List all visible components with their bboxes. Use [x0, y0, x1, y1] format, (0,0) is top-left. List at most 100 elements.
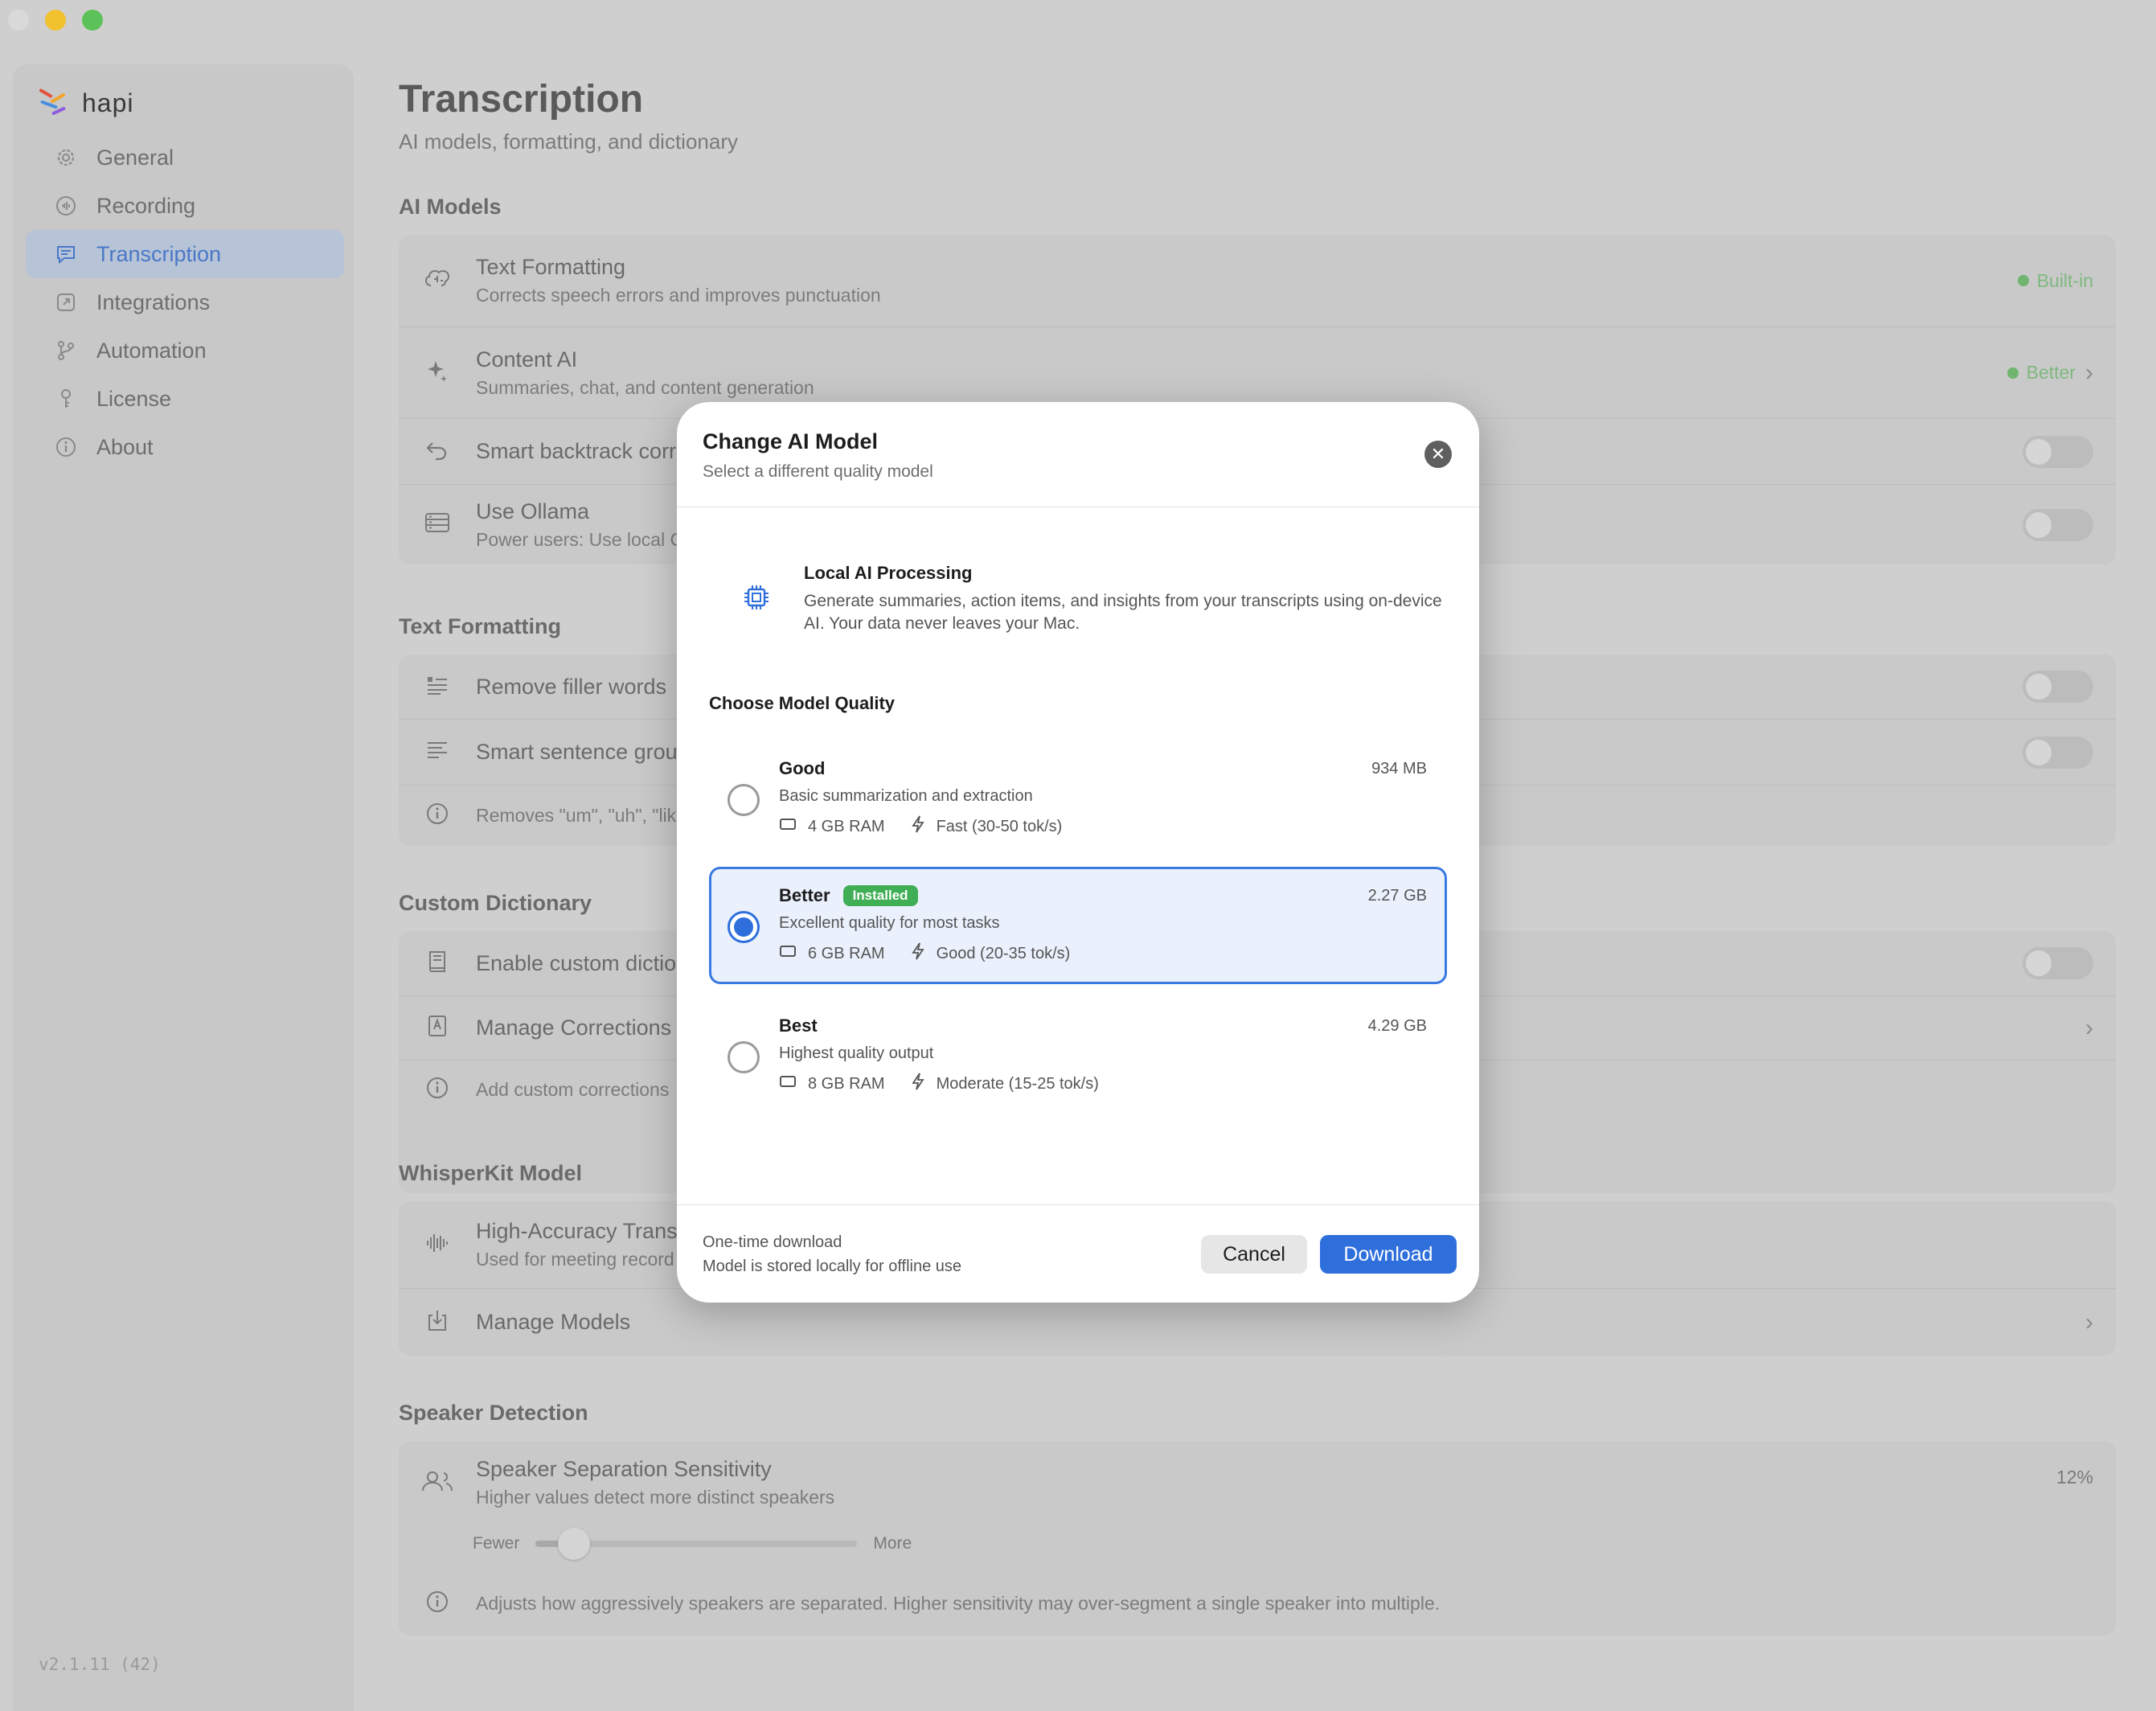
- divider: [677, 1204, 1479, 1205]
- memory-icon: [779, 1074, 797, 1093]
- row-title: Content AI: [476, 347, 578, 371]
- sidebar-item-about[interactable]: About: [26, 423, 344, 471]
- option-speed: Moderate (15-25 tok/s): [936, 1074, 1099, 1093]
- footer-line-2: Model is stored locally for offline use: [703, 1258, 962, 1275]
- bolt-icon: [911, 942, 925, 965]
- change-model-dialog: Change AI Model Select a different quali…: [677, 402, 1479, 1303]
- row-subtitle: Corrects speech errors and improves punc…: [476, 285, 881, 306]
- brain-icon: [423, 265, 452, 297]
- align-left-icon: [424, 737, 450, 767]
- memory-icon: [779, 817, 797, 836]
- sidebar-item-label: General: [96, 145, 174, 170]
- download-box-icon: [424, 1307, 450, 1337]
- window-zoom-button[interactable]: [82, 10, 103, 31]
- sensitivity-slider-group: Fewer More: [473, 1528, 912, 1560]
- page-subtitle: AI models, formatting, and dictionary: [399, 129, 738, 154]
- sidebar-item-integrations[interactable]: Integrations: [26, 278, 344, 326]
- radio-good[interactable]: [728, 784, 760, 816]
- window-close-button[interactable]: [8, 10, 29, 31]
- option-size: 4.29 GB: [1367, 1017, 1427, 1035]
- sensitivity-slider[interactable]: [535, 1528, 858, 1560]
- row-title: Manage Models: [476, 1310, 631, 1334]
- key-icon: [55, 388, 77, 410]
- model-option-better[interactable]: Better Installed Excellent quality for m…: [709, 867, 1447, 984]
- sidebar-item-label: Integrations: [96, 289, 211, 314]
- settings-main: Transcription AI models, formatting, and…: [399, 77, 2116, 1635]
- cancel-button[interactable]: Cancel: [1201, 1235, 1307, 1274]
- enable-dictionary-toggle[interactable]: [2023, 947, 2093, 979]
- sidebar-item-label: Automation: [96, 338, 207, 363]
- model-option-good[interactable]: Good Basic summarization and extraction …: [709, 740, 1447, 857]
- bolt-icon: [911, 1073, 925, 1095]
- option-description: Excellent quality for most tasks: [779, 914, 1000, 932]
- sidebar-item-general[interactable]: General: [26, 133, 344, 182]
- installed-badge: Installed: [842, 885, 918, 906]
- window-minimize-button[interactable]: [45, 10, 66, 31]
- text-formatting-row[interactable]: Text Formatting Corrects speech errors a…: [399, 235, 2116, 326]
- smart-backtrack-toggle[interactable]: [2023, 435, 2093, 468]
- local-ai-info: Local AI Processing Generate summaries, …: [741, 563, 1449, 636]
- window-controls: [8, 10, 103, 31]
- row-title: Speaker Separation Sensitivity: [476, 1457, 772, 1481]
- undo-icon: [424, 437, 450, 466]
- app-version: v2.1.11 (42): [39, 1655, 161, 1674]
- people-icon: [420, 1468, 455, 1498]
- bolt-icon: [911, 815, 925, 838]
- chevron-right-icon: ›: [2085, 359, 2093, 386]
- smart-sentence-toggle[interactable]: [2023, 736, 2093, 769]
- speaker-note-row: Adjusts how aggressively speakers are se…: [399, 1571, 2116, 1635]
- text-list-icon: [424, 672, 450, 702]
- info-title: Local AI Processing: [804, 563, 973, 583]
- option-size: 934 MB: [1371, 760, 1427, 778]
- info-icon: [425, 1590, 449, 1618]
- remove-filler-toggle[interactable]: [2023, 671, 2093, 703]
- option-title: Best: [779, 1016, 818, 1036]
- sidebar-item-license[interactable]: License: [26, 375, 344, 423]
- row-title: Text Formatting: [476, 255, 626, 279]
- option-title: Better: [779, 885, 830, 905]
- radio-better[interactable]: [728, 911, 760, 943]
- download-button[interactable]: Download: [1320, 1235, 1457, 1274]
- hapi-logo-icon: [37, 87, 69, 119]
- gear-icon: [55, 146, 77, 169]
- section-heading-custom-dictionary: Custom Dictionary: [399, 891, 592, 915]
- branch-icon: [55, 339, 77, 362]
- row-subtitle: Higher values detect more distinct speak…: [476, 1487, 835, 1508]
- status-badge: Built-in: [2017, 270, 2093, 292]
- option-ram: 8 GB RAM: [808, 1074, 885, 1093]
- option-title: Good: [779, 758, 826, 778]
- info-icon: [425, 802, 449, 830]
- option-speed: Fast (30-50 tok/s): [936, 817, 1063, 835]
- server-icon: [424, 509, 451, 540]
- record-icon: [55, 195, 77, 217]
- sidebar-item-recording[interactable]: Recording: [26, 182, 344, 230]
- chevron-right-icon: ›: [2085, 1308, 2093, 1336]
- text-book-icon: [424, 1013, 450, 1043]
- close-icon[interactable]: ✕: [1424, 441, 1452, 468]
- dialog-subtitle: Select a different quality model: [703, 462, 933, 481]
- sidebar-item-automation[interactable]: Automation: [26, 326, 344, 375]
- sidebar-item-label: Transcription: [96, 241, 222, 266]
- chip-icon: [741, 585, 772, 616]
- sidebar-item-label: Recording: [96, 193, 196, 218]
- info-text: Generate summaries, action items, and in…: [804, 592, 1442, 634]
- use-ollama-toggle[interactable]: [2023, 508, 2093, 541]
- app-name: hapi: [82, 88, 134, 117]
- radio-best[interactable]: [728, 1041, 760, 1073]
- section-heading-whisperkit: WhisperKit Model: [399, 1161, 582, 1185]
- waveform-icon: [424, 1230, 450, 1260]
- option-ram: 4 GB RAM: [808, 817, 885, 835]
- option-description: Basic summarization and extraction: [779, 787, 1033, 805]
- option-description: Highest quality output: [779, 1044, 934, 1062]
- brand: hapi: [37, 87, 134, 119]
- sidebar-item-transcription[interactable]: Transcription: [26, 230, 344, 278]
- slider-max-label: More: [873, 1534, 912, 1553]
- model-option-best[interactable]: Best Highest quality output 8 GB RAM Mod…: [709, 997, 1447, 1114]
- chevron-right-icon: ›: [2085, 1014, 2093, 1041]
- external-link-icon: [55, 291, 77, 314]
- dialog-title: Change AI Model: [703, 429, 879, 453]
- choose-quality-label: Choose Model Quality: [709, 693, 896, 713]
- info-icon: [425, 1076, 449, 1104]
- slider-min-label: Fewer: [473, 1534, 520, 1553]
- sidebar-item-label: License: [96, 386, 172, 411]
